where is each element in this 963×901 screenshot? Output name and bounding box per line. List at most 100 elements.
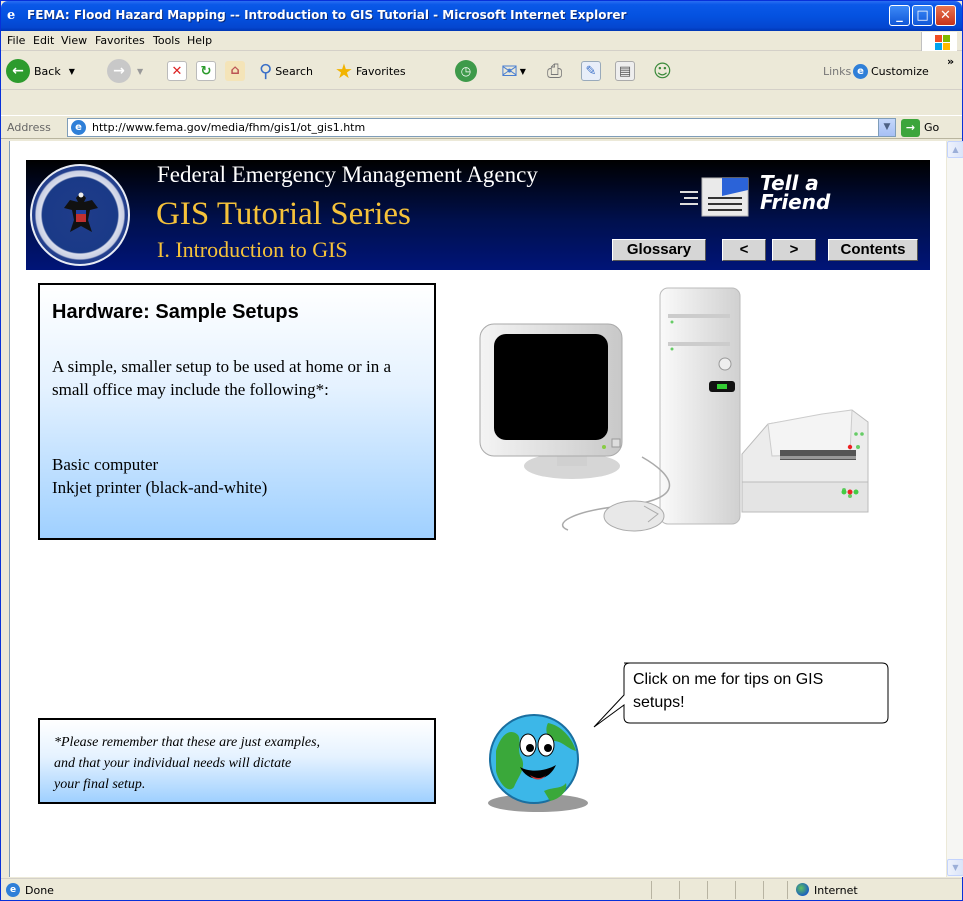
- search-label: Search: [275, 64, 313, 78]
- glossary-button[interactable]: Glossary: [612, 239, 706, 261]
- window-title: FEMA: Flood Hazard Mapping -- Introducti…: [27, 8, 627, 22]
- links-label[interactable]: Links: [823, 58, 851, 84]
- scroll-down-button[interactable]: ▼: [947, 859, 963, 876]
- mail-button[interactable]: ✉ ▼: [501, 58, 526, 84]
- search-button[interactable]: ⚲ Search: [259, 58, 313, 84]
- printer-icon: ⎙: [547, 60, 563, 82]
- computer-setup-illustration: [479, 287, 869, 532]
- list-item: Inkjet printer (black-and-white): [52, 478, 268, 497]
- scroll-up-button[interactable]: ▲: [947, 141, 963, 158]
- ie-page-icon: e: [71, 120, 86, 135]
- back-arrow-icon: ←: [6, 59, 30, 83]
- address-bar: Address e http://www.fema.gov/media/fhm/…: [1, 115, 962, 139]
- menu-view[interactable]: View: [61, 34, 87, 47]
- hardware-setup-box: Hardware: Sample Setups A simple, smalle…: [38, 283, 436, 540]
- title-bar[interactable]: e FEMA: Flood Hazard Mapping -- Introduc…: [1, 1, 962, 31]
- globe-mascot-button[interactable]: [482, 711, 594, 813]
- chevron-down-icon: ▼: [68, 66, 75, 76]
- forward-arrow-icon: →: [107, 59, 131, 83]
- messenger-button[interactable]: ☺: [653, 58, 672, 84]
- back-label: Back: [34, 64, 61, 78]
- section-heading: Hardware: Sample Setups: [52, 301, 299, 323]
- footnote-box: *Please remember that these are just exa…: [38, 718, 436, 804]
- ie-page-icon: e: [6, 883, 20, 897]
- footnote-line: and that your individual needs will dict…: [54, 756, 292, 771]
- address-input[interactable]: e http://www.fema.gov/media/fhm/gis1/ot_…: [67, 118, 896, 137]
- refresh-icon: ↻: [196, 61, 216, 81]
- menu-file[interactable]: File: [7, 34, 25, 47]
- security-zone-text: Internet: [814, 884, 858, 897]
- edit-button[interactable]: ✎: [581, 58, 601, 84]
- maximize-button[interactable]: □: [912, 5, 933, 26]
- fema-banner: Federal Emergency Management Agency GIS …: [26, 160, 930, 270]
- fema-seal-logo: [30, 164, 130, 266]
- menu-favorites[interactable]: Favorites: [95, 34, 145, 47]
- search-icon: ⚲: [259, 60, 273, 82]
- forward-button[interactable]: → ▼: [107, 58, 143, 84]
- toolbar-chevron[interactable]: »: [947, 54, 954, 68]
- address-url: http://www.fema.gov/media/fhm/gis1/ot_gi…: [92, 121, 366, 134]
- star-icon: ★: [335, 59, 353, 83]
- section-title: I. Introduction to GIS: [157, 237, 348, 262]
- footnote-line: *Please remember that these are just exa…: [54, 735, 321, 750]
- document-icon: [680, 177, 749, 217]
- chevron-down-icon: ▼: [137, 66, 144, 76]
- hardware-list: Basic computer Inkjet printer (black-and…: [52, 453, 267, 499]
- history-button[interactable]: ◷: [455, 58, 477, 84]
- go-button[interactable]: → Go: [901, 118, 956, 137]
- stop-button[interactable]: ✕: [167, 58, 187, 84]
- go-arrow-icon: →: [901, 118, 920, 137]
- menu-bar: File Edit View Favorites Tools Help: [1, 31, 962, 51]
- menu-tools[interactable]: Tools: [153, 34, 180, 47]
- discuss-icon: ▤: [615, 61, 635, 81]
- page-content: Federal Emergency Management Agency GIS …: [9, 141, 946, 877]
- contents-button[interactable]: Contents: [828, 239, 918, 261]
- tell-a-friend-label: Tell a Friend: [760, 173, 830, 212]
- vertical-scrollbar[interactable]: ▲ ▼: [946, 141, 963, 877]
- tell-a-friend-link[interactable]: Tell a Friend: [678, 173, 848, 220]
- home-button[interactable]: ⌂: [225, 58, 245, 84]
- chevron-down-icon[interactable]: ▼: [878, 119, 895, 136]
- favorites-label: Favorites: [355, 64, 406, 78]
- status-pane: [651, 881, 679, 899]
- intro-paragraph: A simple, smaller setup to be used at ho…: [52, 357, 391, 399]
- status-text: Done: [25, 884, 54, 897]
- browser-window: e FEMA: Flood Hazard Mapping -- Introduc…: [0, 0, 963, 901]
- address-label: Address: [7, 121, 51, 134]
- customize-link[interactable]: e Customize: [853, 58, 929, 84]
- close-button[interactable]: ✕: [935, 5, 956, 26]
- internet-zone-icon: [796, 883, 809, 896]
- history-icon: ◷: [455, 60, 477, 82]
- messenger-icon: ☺: [653, 60, 672, 82]
- minimize-button[interactable]: _: [889, 5, 910, 26]
- ie-icon: e: [7, 8, 16, 23]
- agency-name: Federal Emergency Management Agency: [157, 162, 538, 187]
- menu-edit[interactable]: Edit: [33, 34, 54, 47]
- list-item: Basic computer: [52, 455, 159, 474]
- status-pane: [679, 881, 707, 899]
- standard-toolbar: ← Back ▼ → ▼ ✕ ↻ ⌂ ⚲ Search ★ Favorites …: [1, 52, 962, 90]
- favorites-button[interactable]: ★ Favorites: [335, 58, 406, 84]
- status-pane: [707, 881, 735, 899]
- stop-icon: ✕: [167, 61, 187, 81]
- speech-bubble-text: Click on me for tips on GIS setups!: [633, 671, 824, 711]
- status-pane: [763, 881, 787, 899]
- refresh-button[interactable]: ↻: [196, 58, 216, 84]
- security-zone-pane: [787, 881, 947, 899]
- previous-button[interactable]: <: [722, 239, 766, 261]
- status-pane: [735, 881, 763, 899]
- series-title: GIS Tutorial Series: [156, 196, 411, 232]
- windows-logo-icon: [921, 32, 957, 51]
- next-button[interactable]: >: [772, 239, 816, 261]
- print-button[interactable]: ⎙: [547, 58, 562, 84]
- home-icon: ⌂: [225, 61, 245, 81]
- back-button[interactable]: ← Back ▼: [6, 58, 75, 84]
- footnote-line: your final setup.: [54, 777, 146, 792]
- go-label: Go: [924, 121, 940, 134]
- menu-help[interactable]: Help: [187, 34, 212, 47]
- mail-icon: ✉: [501, 59, 518, 83]
- ie-page-icon: e: [853, 63, 868, 79]
- edit-page-icon: ✎: [581, 61, 601, 81]
- footnote-text: *Please remember that these are just exa…: [54, 732, 424, 795]
- discuss-button[interactable]: ▤: [615, 58, 635, 84]
